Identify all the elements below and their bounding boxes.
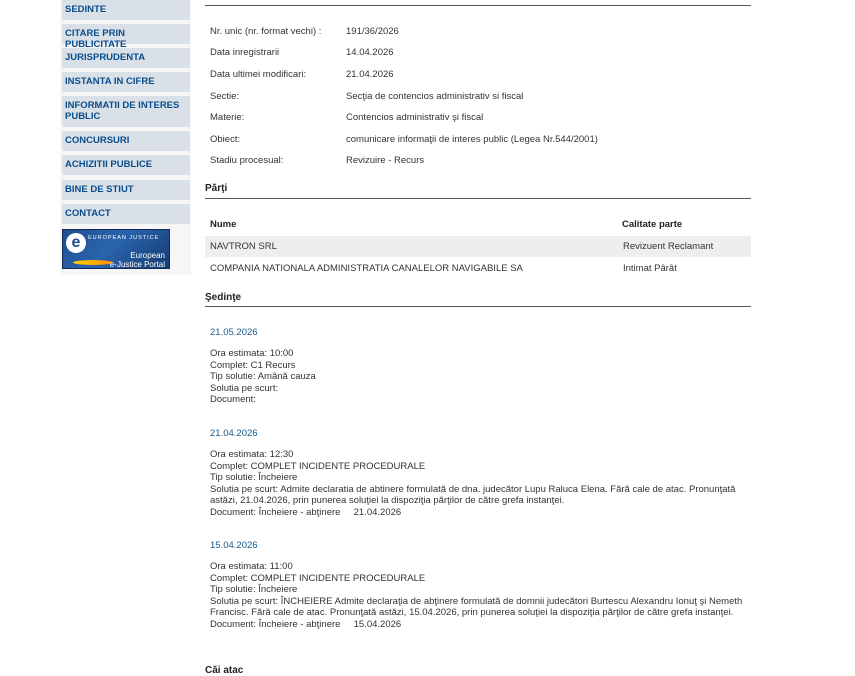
- party-role: Revizuent Reclamant: [623, 241, 714, 252]
- sidebar-item-sedinte[interactable]: SEDINTE: [62, 0, 190, 20]
- party-name: NAVTRON SRL: [210, 241, 277, 252]
- field-label-stadiu-procesual: Stadiu procesual:: [210, 155, 284, 166]
- sidebar-item-contact[interactable]: CONTACT: [62, 204, 190, 224]
- section-divider: [205, 5, 751, 6]
- sidebar-item-bine-de-stiut[interactable]: BINE DE STIUT: [62, 180, 190, 200]
- field-label-nr-unic: Nr. unic (nr. format vechi) :: [210, 26, 322, 37]
- sedinta-date: 21.05.2026: [210, 327, 258, 338]
- sidebar-item-informatii-de-interes-public[interactable]: INFORMATII DE INTERES PUBLIC: [62, 96, 190, 127]
- party-role: Intimat Pârât: [623, 263, 677, 274]
- sedinta-tip-solutie: Tip solutie: Amână cauza: [210, 371, 316, 382]
- ejustice-swoosh-icon: [73, 260, 113, 265]
- sedinta-date: 15.04.2026: [210, 540, 258, 551]
- field-value-nr-unic: 191/36/2026: [346, 26, 399, 37]
- sedinta-solutie: Solutia pe scurt: ÎNCHEIERE Admite decla…: [210, 595, 743, 619]
- field-value-data-ultimei-modificari: 21.04.2026: [346, 69, 394, 80]
- parti-section-title: Părţi: [205, 183, 228, 194]
- sedinta-complet: Complet: COMPLET INCIDENTE PROCEDURALE: [210, 572, 426, 584]
- sedinta-solutie: Solutia pe scurt:: [210, 382, 279, 394]
- ejustice-title-line1: European: [130, 251, 165, 260]
- field-label-data-ultimei-modificari: Data ultimei modificari:: [210, 69, 307, 80]
- table-row: COMPANIA NATIONALA ADMINISTRATIA CANALEL…: [205, 258, 751, 279]
- sidebar-item-jurisprudenta[interactable]: JURISPRUDENTA: [62, 48, 190, 68]
- sidebar-item-citare-prin-publicitate[interactable]: CITARE PRIN PUBLICITATE: [62, 24, 190, 50]
- ejustice-logo-icon: e: [66, 233, 86, 253]
- sidebar-item-concursuri[interactable]: CONCURSURI: [62, 131, 190, 151]
- table-row: NAVTRON SRL Revizuent Reclamant: [205, 236, 751, 257]
- sedinta-ora: Ora estimata: 11:00: [210, 561, 293, 572]
- sedinta-complet: Complet: C1 Recurs: [210, 359, 296, 371]
- sedinta-ora: Ora estimata: 10:00: [210, 348, 294, 359]
- sedinta-date: 21.04.2026: [210, 428, 258, 439]
- section-divider: [205, 198, 751, 199]
- parti-header-role: Calitate parte: [622, 219, 683, 230]
- field-label-data-inregistrarii: Data inregistrarii: [210, 47, 280, 58]
- sedinte-section-title: Şedinţe: [205, 292, 242, 303]
- party-name: COMPANIA NATIONALA ADMINISTRATIA CANALEL…: [210, 263, 523, 274]
- field-label-sectie: Sectie:: [210, 91, 240, 102]
- sedinta-tip-solutie: Tip solutie: Încheiere: [210, 584, 298, 595]
- sedinta-solutie: Solutia pe scurt: Admite declaratia de a…: [210, 483, 736, 507]
- sedinta-document[interactable]: Document: Încheiere - abţinere 21.04.202…: [210, 507, 750, 519]
- sedinta-ora: Ora estimata: 12:30: [210, 449, 294, 460]
- field-value-obiect: comunicare informaţii de interes public …: [346, 134, 598, 145]
- section-divider: [205, 306, 751, 307]
- field-label-obiect: Obiect:: [210, 134, 241, 145]
- parti-header-name: Nume: [210, 219, 237, 230]
- field-value-data-inregistrarii: 14.04.2026: [346, 47, 394, 58]
- sidebar-item-instanta-in-cifre[interactable]: INSTANTA IN CIFRE: [62, 72, 190, 92]
- sedinta-tip-solutie: Tip solutie: Încheiere: [210, 472, 298, 483]
- field-label-materie: Materie:: [210, 112, 245, 123]
- field-value-materie: Contencios administrativ şi fiscal: [346, 112, 484, 123]
- sedinta-document[interactable]: Document: Încheiere - abţinere 15.04.202…: [210, 619, 750, 631]
- sedinta-document: Document:: [210, 394, 256, 405]
- field-value-sectie: Secţia de contencios administrativ si fi…: [346, 91, 524, 102]
- sedinta-complet: Complet: COMPLET INCIDENTE PROCEDURALE: [210, 460, 426, 472]
- ejustice-portal-banner[interactable]: e EUROPEAN JUSTICE European e-Justice Po…: [62, 229, 170, 269]
- sidebar-item-achizitii-publice[interactable]: ACHIZITII PUBLICE: [62, 155, 190, 175]
- ejustice-small-text: EUROPEAN JUSTICE: [88, 235, 160, 241]
- ejustice-title-line2: e-Justice Portal: [109, 260, 165, 269]
- cai-atac-section-title: Căi atac: [205, 665, 244, 676]
- field-value-stadiu-procesual: Revizuire - Recurs: [346, 155, 425, 166]
